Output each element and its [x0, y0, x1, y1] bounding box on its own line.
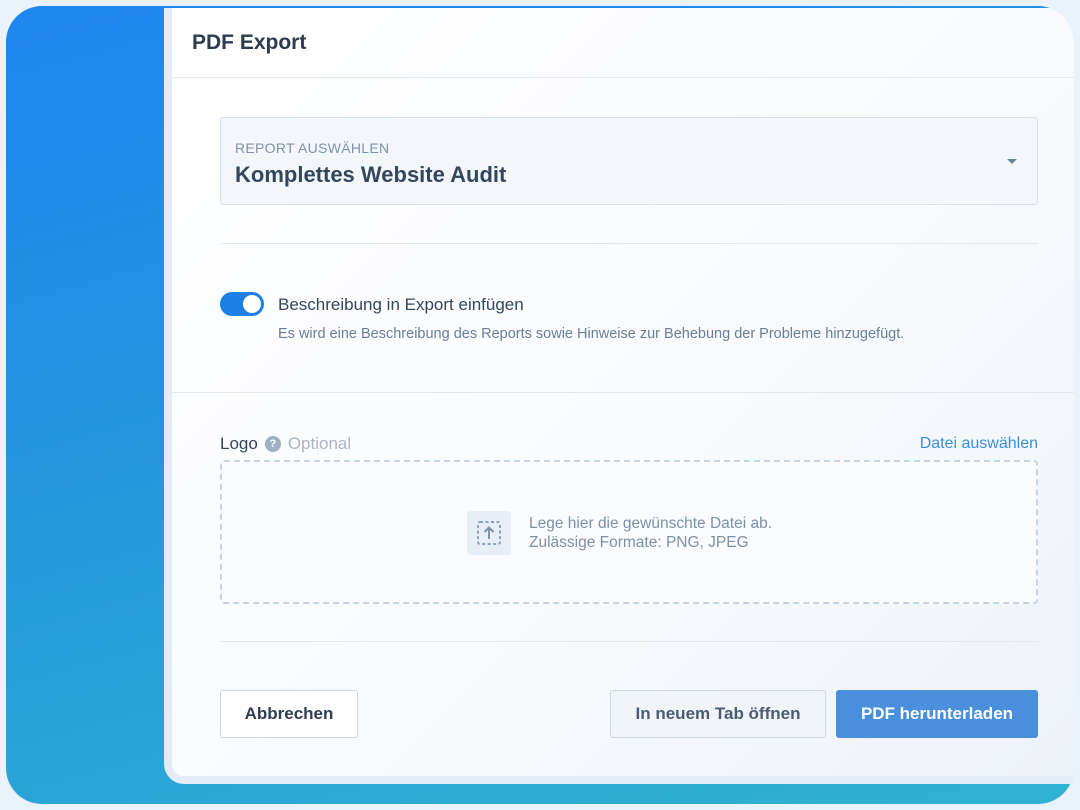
optional-label: Optional: [287, 434, 352, 453]
divider: [220, 243, 1038, 244]
toggle-knob: [243, 295, 261, 313]
dropzone-formats: Zulässige Formate: PNG, JPEG: [529, 534, 749, 551]
choose-file-link[interactable]: Datei auswählen: [920, 435, 1038, 453]
toggle-description: Es wird eine Beschreibung des Reports so…: [278, 326, 905, 342]
open-in-new-tab-button[interactable]: In neuem Tab öffnen: [610, 690, 826, 738]
toggle-label: Beschreibung in Export einfügen: [278, 295, 524, 314]
dropzone-instruction: Lege hier die gewünschte Datei ab.: [529, 515, 772, 532]
report-select-label: REPORT AUSWÄHLEN: [235, 140, 390, 156]
window-frame: PDF Export REPORT AUSWÄHLEN Komplettes W…: [6, 6, 1074, 804]
report-select[interactable]: REPORT AUSWÄHLEN Komplettes Website Audi…: [220, 117, 1038, 205]
caret-down-icon: [1007, 159, 1017, 164]
section-divider: [172, 392, 1074, 393]
divider: [220, 641, 1038, 642]
file-dropzone[interactable]: Lege hier die gewünschte Datei ab. Zuläs…: [220, 460, 1038, 604]
help-icon[interactable]: ?: [264, 436, 281, 452]
cancel-button[interactable]: Abbrechen: [220, 690, 358, 738]
dialog-header: PDF Export: [172, 8, 1074, 78]
upload-icon: [467, 511, 511, 555]
dialog-title: PDF Export: [192, 30, 307, 54]
report-select-value: Komplettes Website Audit: [235, 162, 507, 187]
logo-label-row: Logo ? Optional: [220, 434, 351, 454]
pdf-export-dialog: PDF Export REPORT AUSWÄHLEN Komplettes W…: [164, 8, 1074, 784]
description-toggle[interactable]: [220, 292, 264, 316]
dialog-body: PDF Export REPORT AUSWÄHLEN Komplettes W…: [172, 8, 1074, 776]
download-pdf-button[interactable]: PDF herunterladen: [836, 690, 1038, 738]
logo-label: Logo: [220, 434, 258, 453]
